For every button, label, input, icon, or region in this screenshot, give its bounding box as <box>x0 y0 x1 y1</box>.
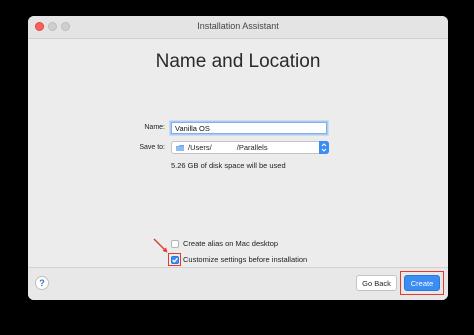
title-bar: Installation Assistant <box>28 16 448 39</box>
save-path-text: /Users/ /Parallels <box>188 143 268 152</box>
help-button[interactable]: ? <box>35 276 49 290</box>
save-location-select[interactable]: /Users/ /Parallels <box>171 141 329 154</box>
name-label: Name: <box>144 124 165 131</box>
alias-checkbox[interactable] <box>171 240 179 248</box>
customize-highlight <box>168 253 181 266</box>
page-title: Name and Location <box>155 51 321 72</box>
customize-label: Customize settings before installation <box>183 255 308 264</box>
alias-label: Create alias on Mac desktop <box>183 239 279 248</box>
name-field[interactable]: Vanilla OS <box>171 122 327 134</box>
folder-icon <box>176 145 184 151</box>
disk-space-info: 5.26 GB of disk space will be used <box>171 161 286 170</box>
chevron-up-down-icon <box>319 141 329 154</box>
installation-assistant-window: Installation Assistant Name and Location… <box>28 16 448 300</box>
window-title: Installation Assistant <box>197 21 279 31</box>
create-highlight <box>400 271 444 295</box>
save-to-label: Save to: <box>139 144 165 151</box>
go-back-button[interactable]: Go Back <box>356 275 397 291</box>
footer-bar: ? Go Back Create <box>28 267 448 300</box>
